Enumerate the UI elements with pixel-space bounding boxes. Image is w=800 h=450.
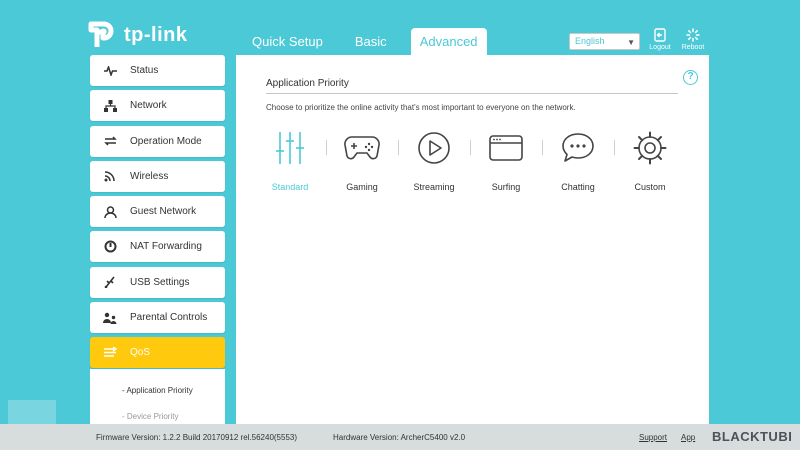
option-chatting[interactable]: Chatting [542,128,614,192]
title-divider [266,93,678,94]
sidebar-item-guest-network[interactable]: Guest Network [90,196,225,228]
qos-icon [90,347,130,358]
usb-icon [90,276,130,289]
network-icon [90,99,130,112]
sidebar-item-network[interactable]: Network [90,90,225,122]
option-label: Streaming [413,182,455,192]
option-surfing[interactable]: Surfing [470,128,542,192]
sidebar-item-label: Network [130,100,167,112]
chat-icon [542,128,614,168]
logout-icon [654,28,666,42]
sidebar-item-qos[interactable]: QoS [90,337,225,369]
gamepad-icon [326,128,398,168]
watermark: BLACKTUBI [712,429,793,444]
sidebar-item-label: Status [130,65,159,76]
option-custom[interactable]: Custom [614,128,686,192]
logo-mark-icon [88,20,118,50]
help-icon[interactable]: ? [683,70,698,85]
language-value: English [575,36,605,46]
sidebar-item-parental-controls[interactable]: Parental Controls [90,302,225,334]
option-label: Chatting [561,182,595,192]
browser-icon [470,128,542,168]
main-panel: Application Priority ? Choose to priorit… [236,55,709,425]
sidebar-item-status[interactable]: Status [90,55,225,86]
decorative-square [8,400,56,426]
parental-icon [90,312,130,324]
sidebar-item-operation-mode[interactable]: Operation Mode [90,125,225,157]
option-label: Gaming [346,182,378,192]
sliders-icon [254,128,326,168]
sidebar-item-usb-settings[interactable]: USB Settings [90,266,225,298]
sidebar-item-wireless[interactable]: Wireless [90,160,225,192]
gear-icon [614,128,686,168]
logout-button[interactable]: Logout [646,28,674,51]
option-label: Surfing [491,182,521,192]
support-link[interactable]: Support [639,433,667,442]
priority-options: Standard Gaming Streaming Surfing Chatti… [254,128,686,198]
logout-label: Logout [649,44,671,51]
hardware-version: Hardware Version: ArcherC5400 v2.0 [333,433,466,442]
option-label: Custom [634,182,666,192]
pulse-icon [90,65,130,76]
sidebar-item-nat-forwarding[interactable]: NAT Forwarding [90,231,225,263]
sidebar-item-label: Operation Mode [130,135,202,147]
app-link[interactable]: App [681,433,695,442]
firmware-version: Firmware Version: 1.2.2 Build 20170912 r… [96,433,298,442]
tab-advanced[interactable]: Advanced [410,28,487,56]
wifi-icon [90,170,130,182]
page-description: Choose to prioritize the online activity… [266,103,576,112]
chevron-down-icon: ▼ [627,38,635,47]
sidebar-item-label: Wireless [130,170,169,182]
sidebar-item-label: USB Settings [130,276,190,288]
reboot-icon [686,28,700,42]
option-gaming[interactable]: Gaming [326,128,398,192]
option-label: Standard [271,182,309,192]
play-icon [398,128,470,168]
reboot-button[interactable]: Reboot [679,28,707,51]
footer: Firmware Version: 1.2.2 Build 20170912 r… [0,424,800,450]
sidebar-item-label: Guest Network [130,206,197,218]
option-streaming[interactable]: Streaming [398,128,470,192]
nat-icon [90,240,130,253]
reboot-label: Reboot [681,44,705,51]
option-standard[interactable]: Standard [254,128,326,192]
guest-icon [90,205,130,218]
sidebar-item-label: NAT Forwarding [130,241,202,253]
tab-basic[interactable]: Basic [339,28,403,56]
sidebar-item-label: Parental Controls [130,312,208,324]
tp-link-logo: tp-link [88,20,188,50]
page-title: Application Priority [266,78,349,89]
tab-quick-setup[interactable]: Quick Setup [236,28,339,56]
qos-submenu: - Application Priority - Device Priority [90,369,225,429]
logo-text: tp-link [124,23,188,46]
submenu-application-priority[interactable]: - Application Priority [90,378,225,404]
language-select[interactable]: English ▼ [569,33,640,50]
swap-icon [90,135,130,147]
top-tabs: Quick Setup Basic Advanced [236,28,487,56]
sidebar: Status Network Operation Mode Wireless G… [90,55,225,373]
sidebar-item-label: QoS [130,347,151,359]
